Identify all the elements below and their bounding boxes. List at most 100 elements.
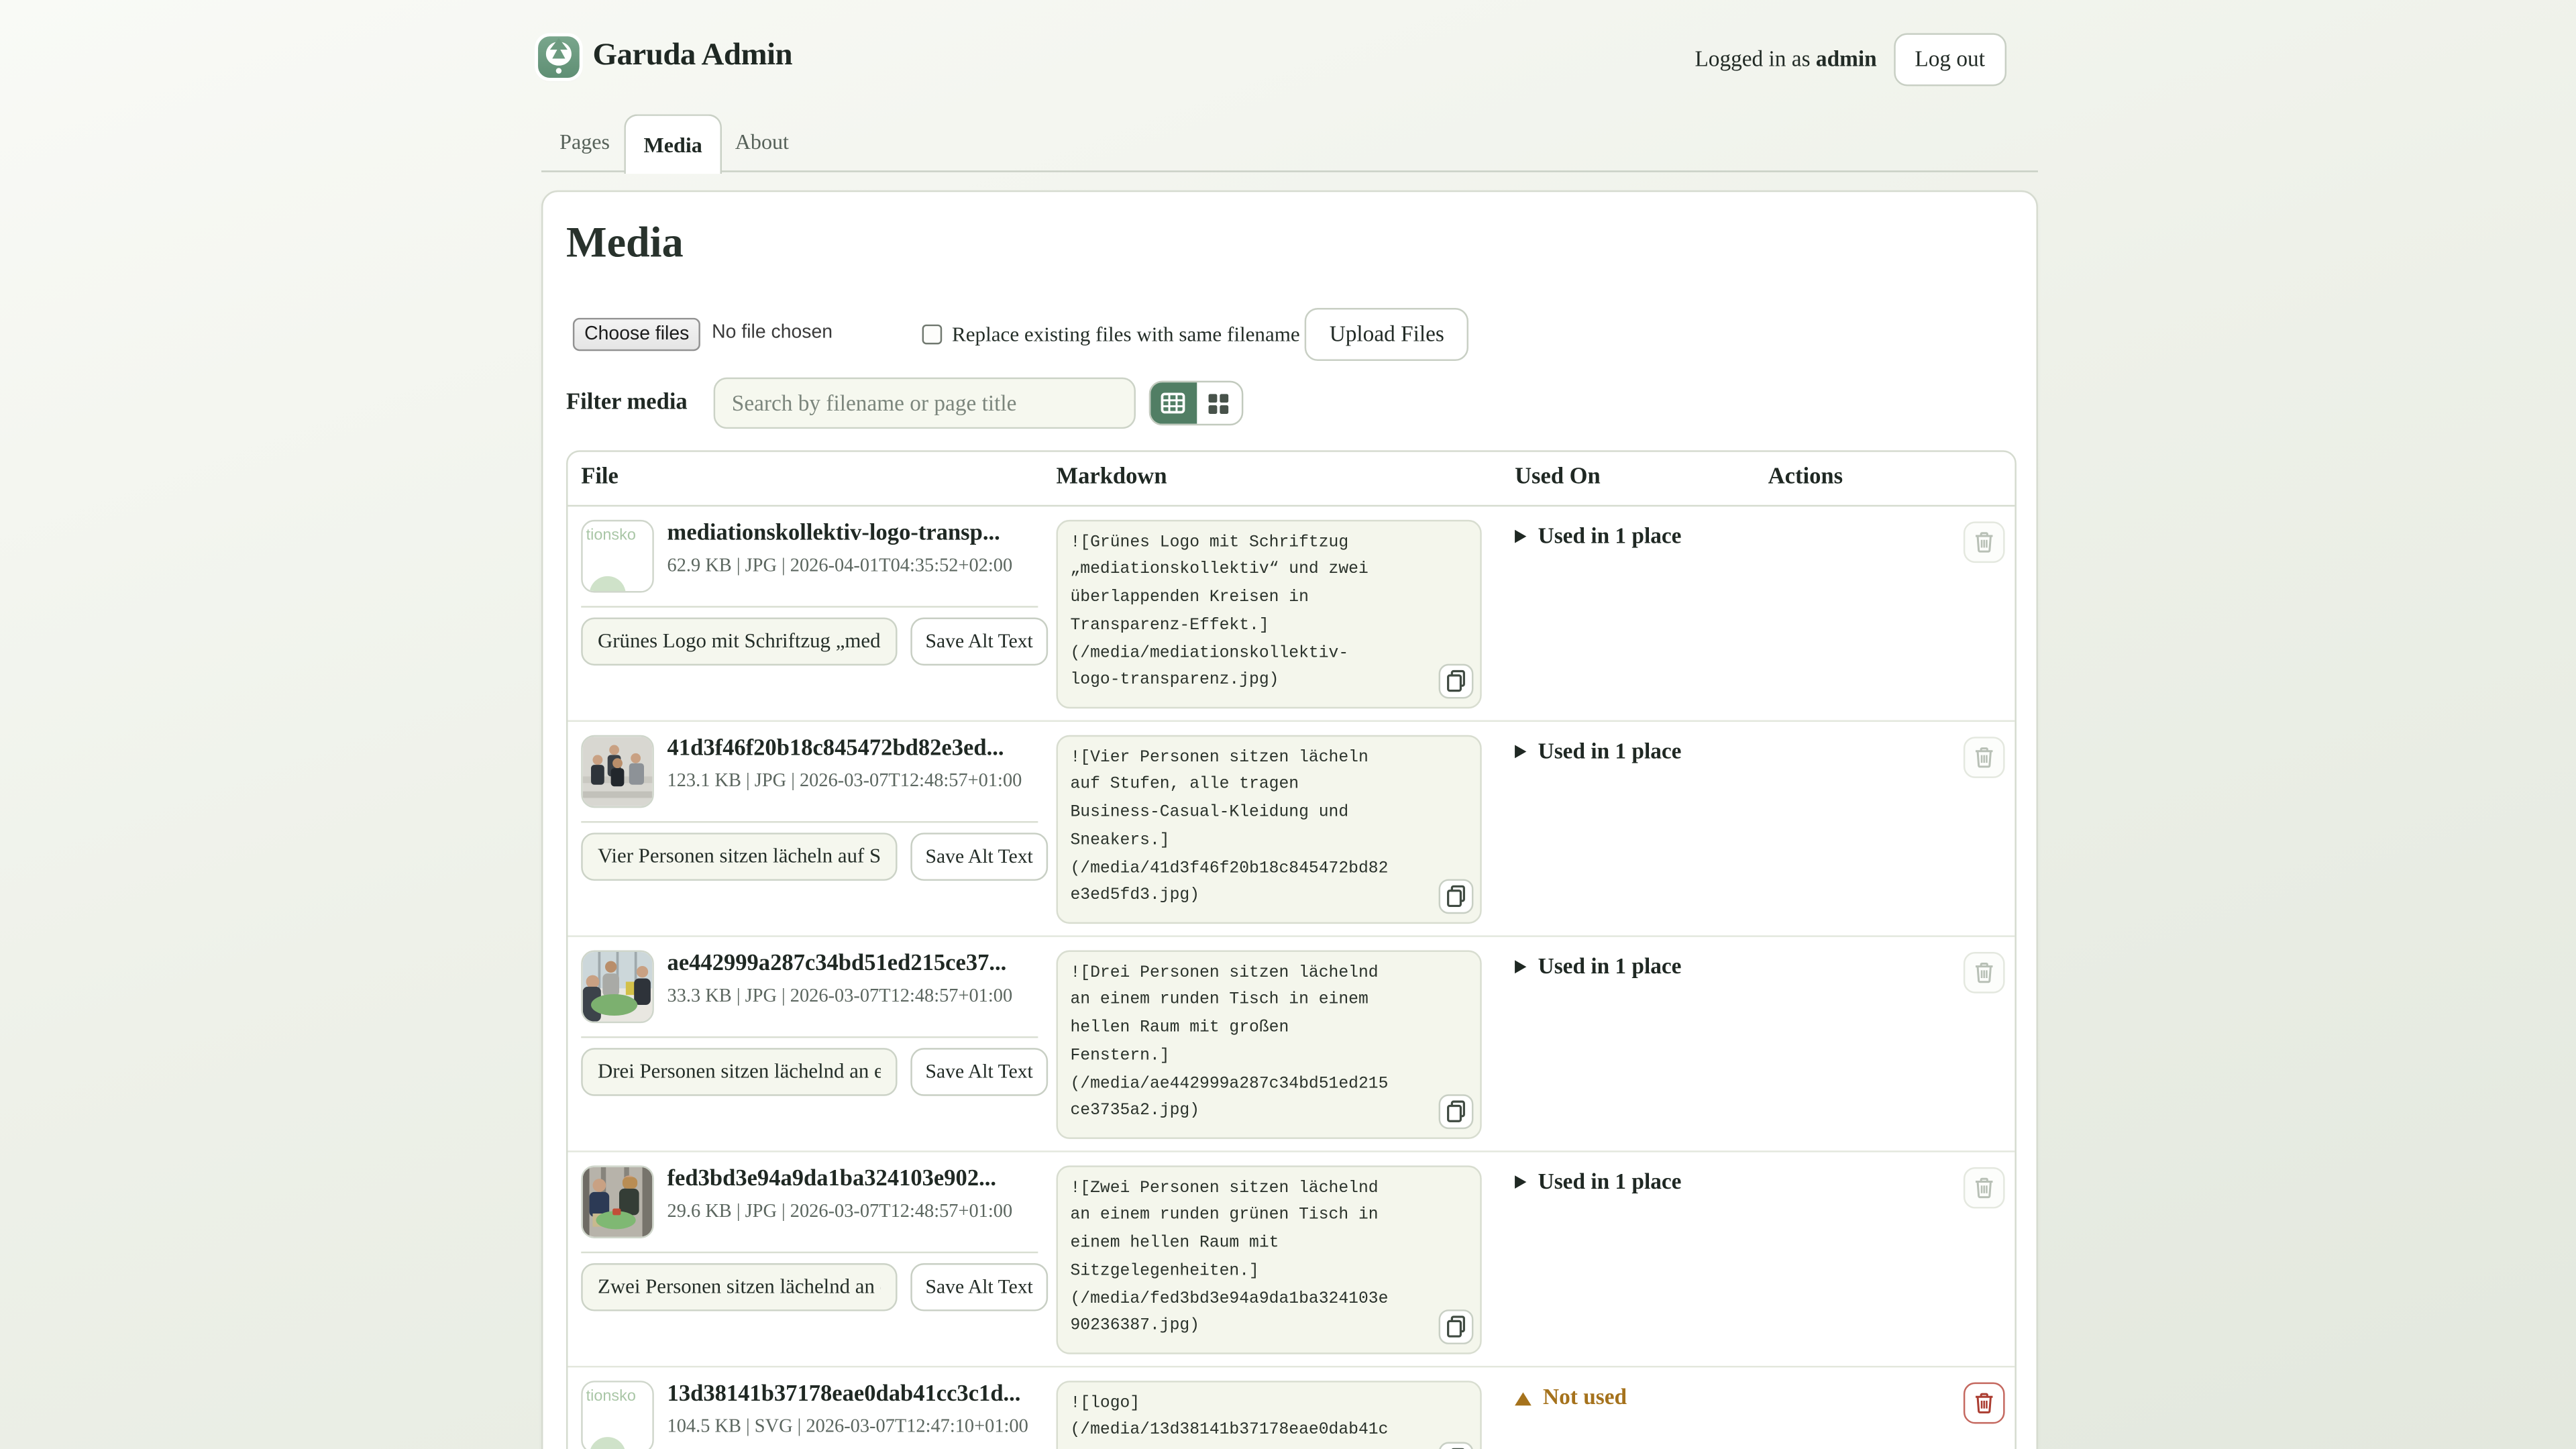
- copy-icon: [1441, 1098, 1469, 1126]
- alt-text-input[interactable]: [581, 1263, 897, 1311]
- expand-triangle-icon: [1515, 960, 1526, 973]
- used-on-summary[interactable]: Used in 1 place: [1515, 739, 1681, 765]
- main-tabs: Pages Media About: [541, 114, 2038, 172]
- upload-files-button[interactable]: Upload Files: [1305, 308, 1469, 361]
- media-row: tionsko 13d38141b37178eae0dab41cc3c1d...…: [568, 1367, 2015, 1449]
- delete-media-button[interactable]: [1964, 1383, 2005, 1424]
- copy-markdown-button[interactable]: [1438, 1310, 1472, 1345]
- page-title: Media: [566, 219, 684, 268]
- expand-triangle-icon: [1515, 745, 1526, 759]
- search-input[interactable]: [714, 378, 1136, 429]
- column-header-markdown: Markdown: [1057, 465, 1167, 491]
- media-file-meta: 29.6 KB | JPG | 2026-03-07T12:48:57+01:0…: [667, 1202, 1013, 1222]
- save-alt-text-button[interactable]: Save Alt Text: [910, 1263, 1048, 1311]
- copy-icon: [1441, 1313, 1469, 1342]
- media-row: tionsko mediationskollektiv-logo-transp.…: [568, 506, 2015, 722]
- media-filename: ae442999a287c34bd51ed215ce37...: [667, 952, 1049, 978]
- media-table: File Markdown Used On Actions tionsko me…: [566, 450, 2017, 1449]
- grid-view-icon: [1208, 392, 1231, 415]
- save-alt-text-button[interactable]: Save Alt Text: [910, 618, 1048, 666]
- media-thumbnail: tionsko: [581, 1381, 654, 1449]
- media-thumbnail: tionsko: [581, 520, 654, 593]
- markdown-snippet: ![logo] (/media/13d38141b37178eae0dab41c…: [1058, 1391, 1480, 1449]
- media-filename: 41d3f46f20b18c845472bd82e3ed...: [667, 737, 1049, 763]
- replace-files-label: Replace existing files with same filenam…: [952, 323, 1300, 347]
- trash-icon: [1972, 1391, 1996, 1415]
- column-header-actions: Actions: [1768, 465, 1843, 491]
- copy-icon: [1441, 883, 1469, 911]
- warning-triangle-icon: [1515, 1391, 1532, 1405]
- copy-markdown-button[interactable]: [1438, 879, 1472, 914]
- viewport: Garuda Admin Logged in as admin Log out …: [0, 0, 2576, 1449]
- file-chosen-status: No file chosen: [712, 323, 833, 343]
- copy-icon: [1441, 1445, 1469, 1449]
- trash-icon: [1972, 1175, 1996, 1200]
- filter-media-label: Filter media: [566, 390, 688, 417]
- media-row: 41d3f46f20b18c845472bd82e3ed... 123.1 KB…: [568, 722, 2015, 937]
- delete-media-button[interactable]: [1964, 952, 2005, 994]
- app-header: Garuda Admin Logged in as admin Log out: [541, 0, 2038, 114]
- copy-markdown-button[interactable]: [1438, 1095, 1472, 1130]
- trash-icon: [1972, 960, 1996, 985]
- replace-files-checkbox[interactable]: [922, 325, 943, 345]
- markdown-snippet: ![Grünes Logo mit Schriftzug „mediations…: [1058, 531, 1480, 698]
- logout-button[interactable]: Log out: [1893, 33, 2006, 86]
- delete-media-button[interactable]: [1964, 737, 2005, 778]
- alt-text-input[interactable]: [581, 618, 897, 666]
- page-background: Garuda Admin Logged in as admin Log out …: [0, 0, 2576, 1449]
- expand-triangle-icon: [1515, 1175, 1526, 1189]
- markdown-snippet-box: ![logo] (/media/13d38141b37178eae0dab41c…: [1057, 1381, 1482, 1449]
- alt-text-input[interactable]: [581, 1048, 897, 1096]
- column-header-file: File: [581, 465, 619, 491]
- view-toggle: [1149, 381, 1244, 426]
- table-view-icon: [1161, 392, 1186, 414]
- media-thumbnail: [581, 1165, 654, 1238]
- markdown-snippet-box: ![Grünes Logo mit Schriftzug „mediations…: [1057, 520, 1482, 708]
- media-thumbnail: [581, 735, 654, 808]
- choose-files-button[interactable]: Choose files: [573, 318, 701, 351]
- used-on-summary[interactable]: Used in 1 place: [1515, 523, 1681, 549]
- media-filename: mediationskollektiv-logo-transp...: [667, 521, 1049, 547]
- markdown-snippet-box: ![Vier Personen sitzen lächeln auf Stufe…: [1057, 735, 1482, 924]
- media-filename: fed3bd3e94a9da1ba324103e902...: [667, 1167, 1049, 1193]
- file-cell-divider: [581, 1036, 1038, 1038]
- copy-markdown-button[interactable]: [1438, 664, 1472, 699]
- file-cell-divider: [581, 821, 1038, 822]
- expand-triangle-icon: [1515, 530, 1526, 543]
- trash-icon: [1972, 745, 1996, 770]
- copy-icon: [1441, 667, 1469, 696]
- filter-row: Filter media: [566, 378, 2013, 431]
- media-row: ae442999a287c34bd51ed215ce37... 33.3 KB …: [568, 937, 2015, 1152]
- not-used-indicator: Not used: [1515, 1384, 1627, 1410]
- media-file-meta: 104.5 KB | SVG | 2026-03-07T12:47:10+01:…: [667, 1417, 1028, 1437]
- svg-text:tionsko: tionsko: [586, 1387, 636, 1404]
- file-cell-divider: [581, 606, 1038, 607]
- used-on-summary[interactable]: Used in 1 place: [1515, 953, 1681, 979]
- media-card: Media Choose files No file chosen Replac…: [541, 191, 2038, 1449]
- tab-pages[interactable]: Pages: [559, 114, 610, 170]
- media-file-meta: 62.9 KB | JPG | 2026-04-01T04:35:52+02:0…: [667, 556, 1013, 576]
- alt-text-input[interactable]: [581, 833, 897, 881]
- app-logo-icon: [538, 36, 580, 78]
- column-header-usedon: Used On: [1515, 465, 1601, 491]
- delete-media-button[interactable]: [1964, 1167, 2005, 1209]
- media-file-meta: 123.1 KB | JPG | 2026-03-07T12:48:57+01:…: [667, 771, 1022, 792]
- svg-text:tionsko: tionsko: [586, 526, 636, 543]
- logged-in-text: Logged in as admin: [1695, 46, 1876, 72]
- app-title: Garuda Admin: [592, 38, 792, 74]
- media-row: fed3bd3e94a9da1ba324103e902... 29.6 KB |…: [568, 1152, 2015, 1368]
- grid-view-button[interactable]: [1196, 382, 1242, 424]
- markdown-snippet: ![Zwei Personen sitzen lächelnd an einem…: [1058, 1176, 1480, 1343]
- save-alt-text-button[interactable]: Save Alt Text: [910, 1048, 1048, 1096]
- markdown-snippet-box: ![Drei Personen sitzen lächelnd an einem…: [1057, 951, 1482, 1139]
- tab-media[interactable]: Media: [624, 114, 722, 174]
- trash-icon: [1972, 530, 1996, 555]
- used-on-summary[interactable]: Used in 1 place: [1515, 1169, 1681, 1195]
- save-alt-text-button[interactable]: Save Alt Text: [910, 833, 1048, 881]
- markdown-snippet-box: ![Zwei Personen sitzen lächelnd an einem…: [1057, 1165, 1482, 1354]
- copy-markdown-button[interactable]: [1438, 1442, 1472, 1449]
- table-view-button[interactable]: [1150, 382, 1196, 424]
- delete-media-button[interactable]: [1964, 521, 2005, 563]
- tab-about[interactable]: About: [735, 114, 789, 170]
- media-file-meta: 33.3 KB | JPG | 2026-03-07T12:48:57+01:0…: [667, 987, 1013, 1007]
